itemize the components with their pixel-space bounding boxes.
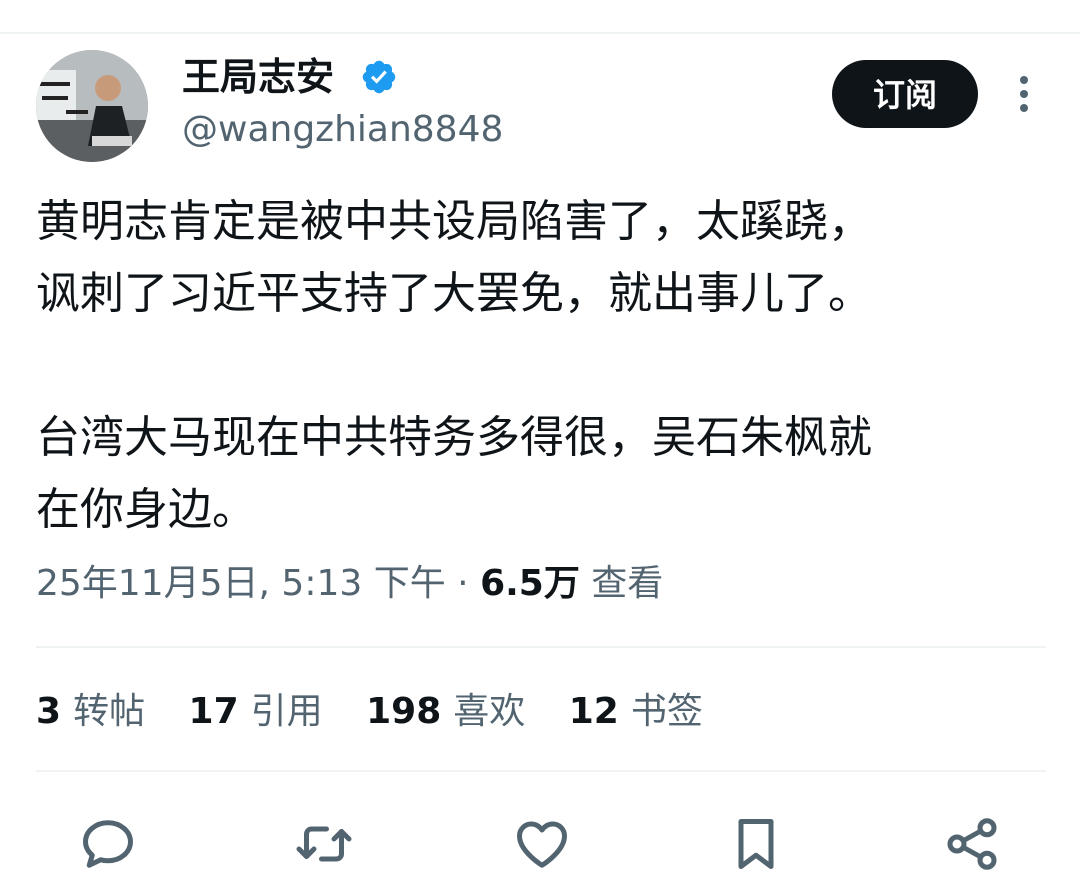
- bookmark-button[interactable]: [726, 814, 786, 874]
- user-handle[interactable]: @wangzhian8848: [182, 106, 503, 154]
- tweet-line: 讽刺了习近平支持了大罢免，就出事儿了。: [36, 268, 872, 319]
- repost-icon: [296, 826, 352, 862]
- repost-button[interactable]: [294, 814, 354, 874]
- divider: [36, 646, 1046, 648]
- stat-count: 198: [366, 691, 442, 732]
- views-count: 6.5万: [480, 563, 580, 604]
- like-icon: [517, 821, 567, 868]
- display-name[interactable]: 王局志安: [182, 52, 334, 102]
- stat-count: 12: [568, 691, 619, 732]
- stat-count: 3: [36, 691, 62, 732]
- top-divider: [0, 32, 1080, 34]
- stat-label: 转帖: [73, 691, 146, 732]
- views-label: 查看: [591, 563, 664, 604]
- tweet-detail: 王局志安 @wangzhian8848 订阅 黄明志肯定是被中共设局陷害了，太蹊…: [0, 0, 1080, 877]
- engagement-stats: 3 转帖 17 引用 198 喜欢 12 书签: [36, 688, 735, 736]
- tweet-meta: 25年11月5日, 5:13 下午 · 6.5万 查看: [36, 560, 663, 608]
- subscribe-button[interactable]: 订阅: [832, 60, 978, 128]
- reply-icon: [83, 820, 133, 868]
- divider: [36, 770, 1046, 772]
- reply-button[interactable]: [78, 814, 138, 874]
- stat-label: 喜欢: [453, 691, 526, 732]
- like-button[interactable]: [512, 814, 572, 874]
- tweet-line: 在你身边。: [36, 484, 256, 535]
- meta-separator: ·: [457, 563, 469, 604]
- stat-quotes[interactable]: 17 引用: [189, 688, 323, 736]
- tweet-line: 台湾大马现在中共特务多得很，吴石朱枫就: [36, 412, 872, 463]
- timestamp[interactable]: 25年11月5日, 5:13 下午: [36, 563, 446, 604]
- more-vertical-icon[interactable]: [1008, 74, 1040, 114]
- share-button[interactable]: [942, 814, 1002, 874]
- verified-badge-icon: [362, 60, 396, 94]
- stat-reposts[interactable]: 3 转帖: [36, 688, 145, 736]
- tweet-text: 黄明志肯定是被中共设局陷害了，太蹊跷， 讽刺了习近平支持了大罢免，就出事儿了。 …: [36, 186, 1046, 546]
- bookmark-icon: [738, 819, 774, 869]
- stat-bookmarks[interactable]: 12 书签: [569, 688, 703, 736]
- avatar[interactable]: [36, 50, 148, 162]
- share-icon: [947, 818, 997, 870]
- stat-likes[interactable]: 198 喜欢: [366, 688, 525, 736]
- tweet-line: 黄明志肯定是被中共设局陷害了，太蹊跷，: [36, 196, 872, 247]
- stat-label: 书签: [630, 691, 703, 732]
- stat-label: 引用: [250, 691, 323, 732]
- stat-count: 17: [188, 691, 239, 732]
